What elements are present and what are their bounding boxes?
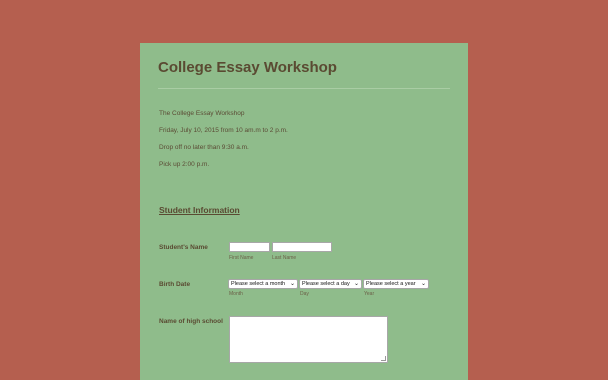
- title-divider: [158, 88, 450, 89]
- high-school-textarea[interactable]: [229, 316, 388, 363]
- last-name-input[interactable]: [272, 242, 332, 252]
- birth-month-value: Please select a month: [231, 281, 286, 287]
- birth-year-value: Please select a year: [366, 281, 416, 287]
- info-line-event: The College Essay Workshop: [159, 110, 245, 117]
- birth-month-select[interactable]: Please select a month ⌄: [228, 279, 298, 289]
- birth-year-select[interactable]: Please select a year ⌄: [363, 279, 429, 289]
- day-sublabel: Day: [300, 291, 309, 297]
- year-sublabel: Year: [364, 291, 375, 297]
- info-line-dropoff: Drop off no later than 9:30 a.m.: [159, 144, 249, 151]
- high-school-label: Name of high school: [159, 318, 223, 325]
- chevron-down-icon: ⌄: [420, 281, 426, 287]
- month-sublabel: Month: [229, 291, 243, 297]
- chevron-down-icon: ⌄: [289, 281, 295, 287]
- info-line-date: Friday, July 10, 2015 from 10 am.m to 2 …: [159, 127, 288, 134]
- birth-day-value: Please select a day: [302, 281, 350, 287]
- last-name-sublabel: Last Name: [272, 255, 297, 261]
- first-name-input[interactable]: [229, 242, 270, 252]
- birth-date-label: Birth Date: [159, 281, 191, 288]
- chevron-down-icon: ⌄: [353, 281, 359, 287]
- birth-day-select[interactable]: Please select a day ⌄: [299, 279, 362, 289]
- student-name-label: Student's Name: [159, 244, 208, 251]
- section-title-student-information: Student Information: [159, 205, 240, 215]
- first-name-sublabel: First Name: [229, 255, 254, 261]
- form-card: College Essay Workshop The College Essay…: [140, 43, 468, 380]
- form-title: College Essay Workshop: [158, 59, 337, 76]
- resize-handle-icon[interactable]: [381, 356, 386, 361]
- info-line-pickup: Pick up 2:00 p.m.: [159, 161, 210, 168]
